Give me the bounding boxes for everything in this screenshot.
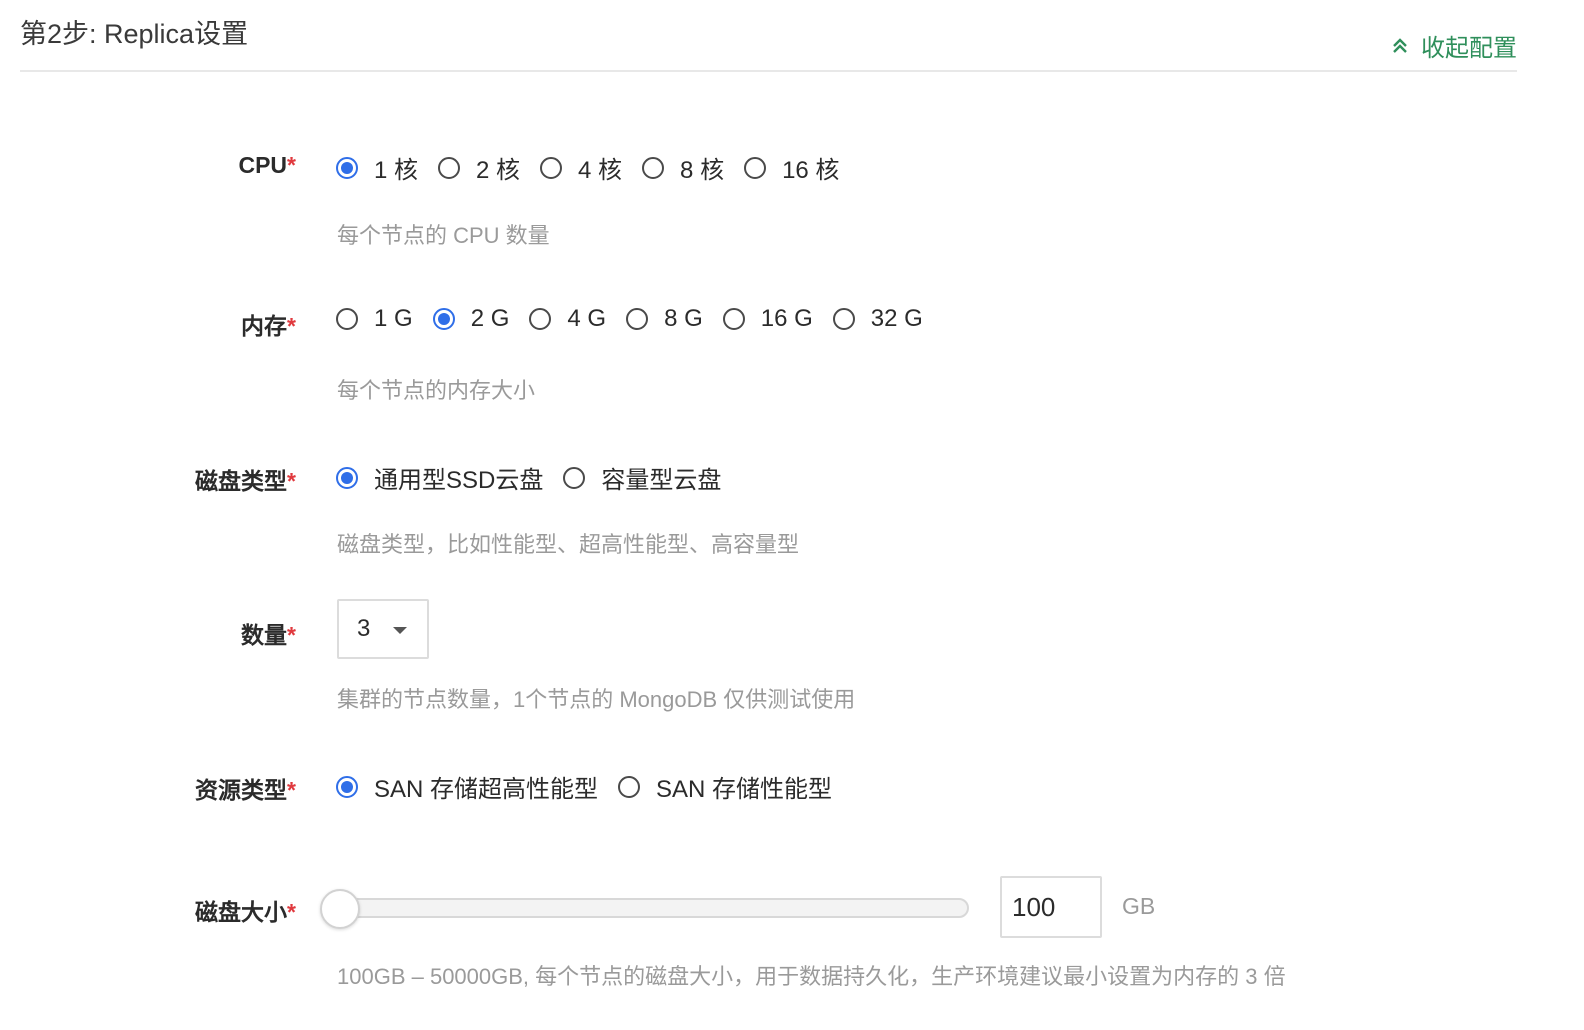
double-chevron-up-icon: [1393, 37, 1407, 53]
disk-size-slider-thumb[interactable]: [320, 889, 360, 929]
radio-label: 1 核: [374, 157, 419, 184]
count-label: 数量*: [241, 616, 296, 650]
collapse-config-link[interactable]: 收起配置: [1391, 28, 1517, 63]
count-select-value: 3: [357, 615, 371, 642]
radio-circle: [832, 308, 855, 330]
radio-circle: [642, 156, 665, 179]
resource-type-radio-group: SAN 存储超高性能型 SAN 存储性能型: [336, 769, 852, 804]
section-header: 第2步: Replica设置 收起配置: [20, 0, 1517, 72]
disk-size-label: 磁盘大小*: [195, 893, 296, 927]
cpu-hint: 每个节点的 CPU 数量: [337, 223, 550, 248]
required-mark: *: [287, 622, 296, 648]
disk-size-slider-track[interactable]: [322, 898, 969, 918]
count-select[interactable]: 3: [337, 599, 429, 659]
radio-label: 8 G: [664, 305, 703, 332]
radio-label: SAN 存储超高性能型: [374, 776, 599, 803]
required-mark: *: [287, 899, 296, 925]
radio-memory-16g[interactable]: 16 G: [722, 305, 813, 333]
radio-circle: [438, 156, 461, 179]
required-mark: *: [287, 468, 296, 494]
radio-cpu-8[interactable]: 8 核: [642, 150, 724, 185]
radio-label: 1 G: [374, 305, 413, 332]
radio-circle: [618, 775, 641, 798]
radio-memory-1g[interactable]: 1 G: [336, 305, 413, 333]
disk-type-label: 磁盘类型*: [195, 462, 296, 496]
radio-label: 容量型云盘: [601, 467, 722, 494]
radio-circle: [529, 308, 552, 330]
disk-type-label-text: 磁盘类型: [195, 468, 288, 494]
radio-disk-capacity[interactable]: 容量型云盘: [563, 460, 721, 495]
radio-circle: [563, 466, 586, 489]
radio-circle: [336, 156, 358, 179]
disk-size-label-text: 磁盘大小: [195, 899, 288, 925]
disk-size-unit: GB: [1122, 893, 1156, 919]
radio-memory-4g[interactable]: 4 G: [529, 305, 606, 333]
radio-label: 4 核: [578, 157, 623, 184]
memory-radio-group: 1 G 2 G 4 G 8 G 16 G 32 G: [336, 305, 943, 333]
disk-type-radio-group: 通用型SSD云盘 容量型云盘: [336, 460, 741, 495]
disk-size-hint: 100GB – 50000GB, 每个节点的磁盘大小，用于数据持久化，生产环境建…: [337, 964, 1286, 989]
radio-label: 2 G: [470, 305, 510, 332]
radio-label: 8 核: [680, 157, 725, 184]
count-label-text: 数量: [241, 622, 288, 648]
radio-cpu-1[interactable]: 1 核: [336, 150, 418, 185]
cpu-label: CPU*: [238, 152, 296, 179]
memory-label: 内存*: [241, 307, 296, 341]
step-title: 第2步: Replica设置: [20, 19, 249, 49]
radio-memory-32g[interactable]: 32 G: [832, 305, 923, 333]
disk-size-input[interactable]: [1000, 876, 1102, 938]
caret-down-icon: [393, 627, 407, 634]
radio-memory-8g[interactable]: 8 G: [626, 305, 703, 333]
cpu-label-text: CPU: [238, 152, 288, 178]
resource-type-label-text: 资源类型: [195, 777, 288, 803]
radio-circle: [336, 775, 358, 798]
radio-label: 16 核: [782, 157, 840, 184]
radio-circle: [336, 308, 358, 330]
memory-label-text: 内存: [241, 313, 288, 339]
radio-circle: [336, 466, 358, 489]
radio-circle: [626, 308, 649, 330]
radio-label: 4 G: [567, 305, 607, 332]
required-mark: *: [287, 777, 296, 803]
collapse-config-label: 收起配置: [1421, 35, 1517, 62]
radio-circle: [540, 156, 563, 179]
radio-resource-san-ultra[interactable]: SAN 存储超高性能型: [336, 769, 598, 804]
count-hint: 集群的节点数量，1个节点的 MongoDB 仅供测试使用: [337, 687, 856, 712]
radio-circle: [744, 156, 767, 179]
disk-type-hint: 磁盘类型，比如性能型、超高性能型、高容量型: [337, 532, 800, 557]
radio-memory-2g[interactable]: 2 G: [432, 305, 510, 333]
radio-circle: [722, 308, 745, 330]
required-mark: *: [287, 313, 296, 339]
radio-circle: [432, 308, 455, 330]
cpu-radio-group: 1 核 2 核 4 核 8 核 16 核: [336, 150, 859, 185]
memory-hint: 每个节点的内存大小: [337, 378, 536, 403]
radio-resource-san-perf[interactable]: SAN 存储性能型: [618, 769, 832, 804]
radio-cpu-4[interactable]: 4 核: [540, 150, 622, 185]
radio-label: 32 G: [870, 305, 923, 332]
radio-label: 2 核: [476, 157, 521, 184]
radio-cpu-16[interactable]: 16 核: [744, 150, 839, 185]
resource-type-label: 资源类型*: [195, 771, 296, 805]
radio-cpu-2[interactable]: 2 核: [438, 150, 520, 185]
radio-label: SAN 存储性能型: [656, 776, 833, 803]
radio-label: 16 G: [760, 305, 813, 332]
required-mark: *: [287, 152, 296, 178]
radio-label: 通用型SSD云盘: [374, 467, 544, 494]
radio-disk-ssd[interactable]: 通用型SSD云盘: [336, 460, 543, 495]
